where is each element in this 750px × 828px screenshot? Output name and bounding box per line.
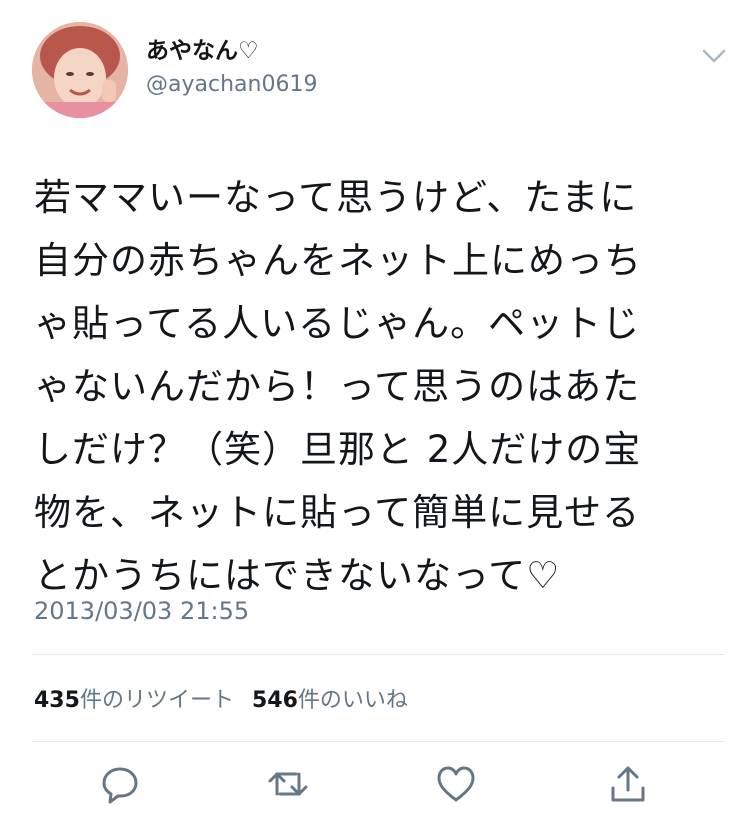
share-icon[interactable] — [604, 760, 652, 808]
tweet-actions — [0, 760, 750, 816]
avatar[interactable] — [32, 22, 128, 118]
reply-icon[interactable] — [96, 760, 144, 808]
tweet-timestamp[interactable]: 2013/03/03 21:55 — [34, 597, 249, 625]
tweet-text: 若ママいーなって思うけど、たまに 自分の赤ちゃんをネット上にめっち ゃ貼ってる人… — [34, 176, 642, 597]
tweet-header: あやなん♡ @ayachan0619 — [32, 22, 732, 122]
retweets-stat[interactable]: 435件のリツイート — [34, 688, 234, 713]
display-name[interactable]: あやなん♡ — [146, 36, 317, 66]
likes-count: 546 — [251, 688, 298, 713]
likes-stat[interactable]: 546件のいいね — [252, 688, 408, 713]
retweet-icon[interactable] — [264, 760, 312, 808]
divider — [32, 654, 724, 655]
heart-icon[interactable] — [432, 760, 480, 808]
divider — [32, 741, 724, 742]
retweets-label: 件のリツイート — [79, 688, 234, 713]
user-info: あやなん♡ @ayachan0619 — [146, 36, 317, 100]
likes-label: 件のいいね — [297, 688, 408, 713]
tweet-stats: 435件のリツイート 546件のいいね — [34, 682, 408, 714]
chevron-down-icon[interactable] — [700, 46, 728, 66]
retweets-count: 435 — [34, 688, 80, 713]
user-handle[interactable]: @ayachan0619 — [146, 70, 317, 100]
